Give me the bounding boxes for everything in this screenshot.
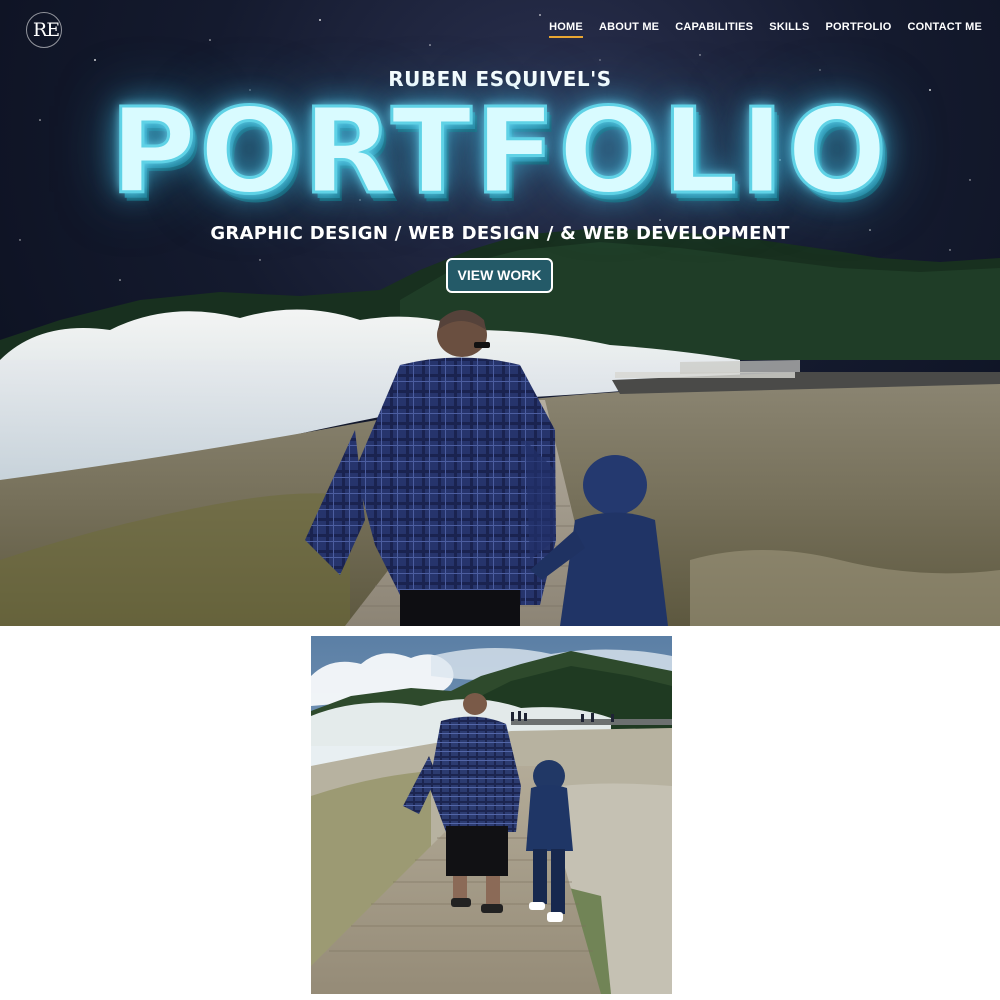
nav-item-about-me[interactable]: ABOUT ME [599, 21, 659, 38]
hero-tagline: GRAPHIC DESIGN / WEB DESIGN / & WEB DEVE… [210, 223, 790, 244]
site-logo[interactable]: RE [24, 10, 68, 50]
hero-title: PORTFOLIO [108, 81, 891, 222]
logo-monogram: RE [32, 19, 60, 41]
hero-section: RE HOME ABOUT ME CAPABILITIES SKILLS PORTFOL… [0, 0, 1000, 626]
nav-item-capabilities[interactable]: CAPABILITIES [675, 21, 753, 38]
featured-photo [311, 636, 672, 994]
nav-item-home[interactable]: HOME [549, 21, 583, 38]
boardwalk-photo-image [311, 636, 672, 994]
nav-item-contact-me[interactable]: CONTACT ME [907, 21, 982, 38]
view-work-button[interactable]: VIEW WORK [446, 258, 553, 293]
main-nav: HOME ABOUT ME CAPABILITIES SKILLS PORTFOLIO C… [549, 21, 982, 38]
nav-item-portfolio[interactable]: PORTFOLIO [826, 21, 892, 38]
nav-item-skills[interactable]: SKILLS [769, 21, 809, 38]
